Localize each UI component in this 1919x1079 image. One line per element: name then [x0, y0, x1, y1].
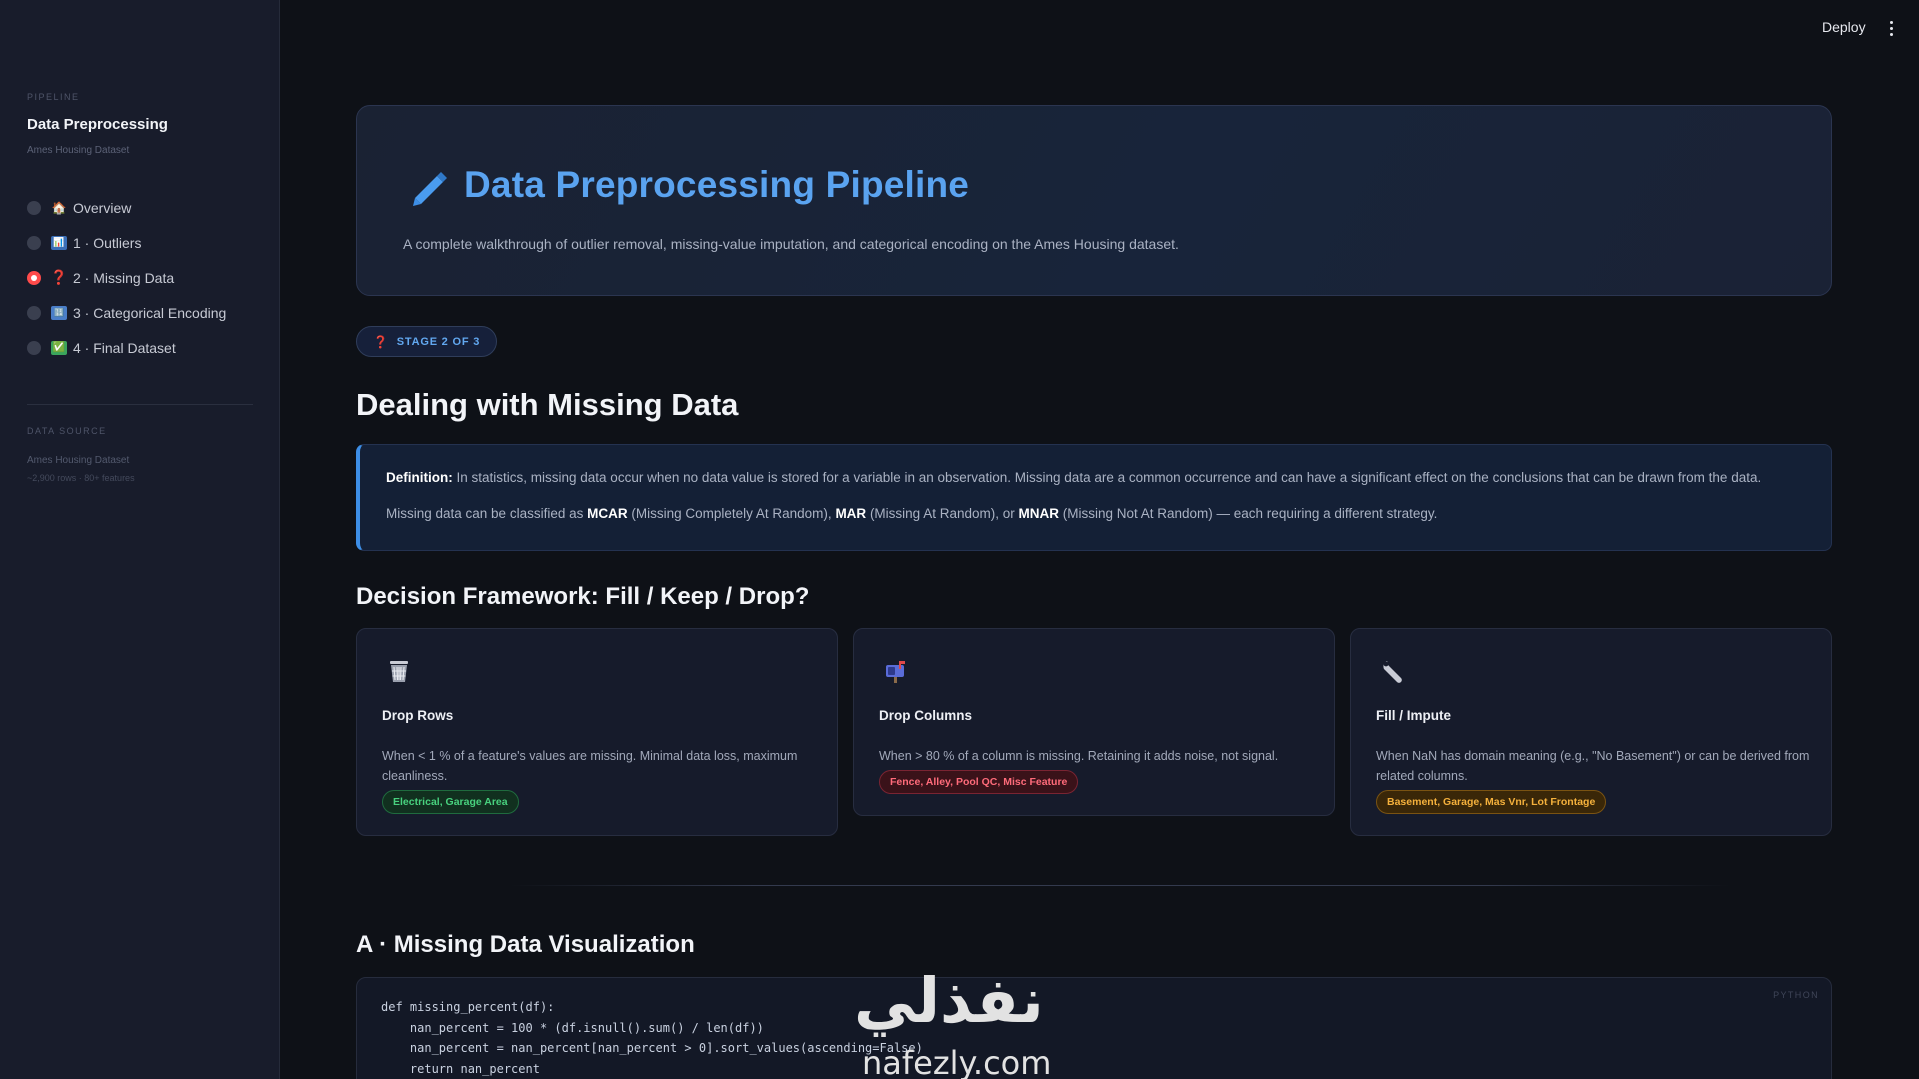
mnar-term: MNAR — [1018, 506, 1059, 521]
card-description: When > 80 % of a column is missing. Reta… — [879, 749, 1279, 763]
definition-callout: Definition: In statistics, missing data … — [356, 444, 1832, 551]
question-mark-icon: ❓ — [50, 269, 68, 285]
wrench-icon — [1383, 661, 1402, 683]
sidebar-item-label: 3 · Categorical Encoding — [73, 304, 227, 321]
data-source-name: Ames Housing Dataset — [27, 455, 130, 466]
sidebar-subtitle: Ames Housing Dataset — [27, 145, 130, 156]
card-description: When NaN has domain meaning (e.g., "No B… — [1376, 749, 1810, 783]
numbers-icon: 🔢 — [51, 305, 67, 320]
card-drop-rows: Drop Rows When < 1 % of a feature's valu… — [356, 628, 838, 836]
sidebar: PIPELINE Data Preprocessing Ames Housing… — [0, 0, 280, 1079]
section-title-decision-framework: Decision Framework: Fill / Keep / Drop? — [356, 583, 810, 610]
definition-text: Definition: In statistics, missing data … — [386, 470, 1762, 485]
card-tag: Fence, Alley, Pool QC, Misc Feature — [879, 770, 1079, 794]
data-source-kicker: DATA SOURCE — [27, 426, 107, 436]
card-drop-columns: Drop Columns When > 80 % of a column is … — [853, 628, 1335, 816]
radio-icon[interactable] — [27, 200, 41, 215]
data-source-meta: ~2,900 rows · 80+ features — [27, 473, 135, 483]
sidebar-item-label: Overview — [73, 199, 132, 216]
code-line: nan_percent = nan_percent[nan_percent > … — [381, 1041, 923, 1055]
house-icon: 🏠 — [51, 200, 67, 215]
sidebar-nav: 🏠 Overview 📊 1 · Outliers ❓ 2 · Missing … — [27, 190, 257, 365]
code-block[interactable]: PYTHON def missing_percent(df): nan_perc… — [356, 977, 1832, 1079]
deploy-button[interactable]: Deploy — [1822, 19, 1866, 35]
wastebasket-icon — [390, 661, 408, 682]
definition-label: Definition: — [386, 470, 453, 485]
card-description: When < 1 % of a feature's values are mis… — [382, 749, 798, 783]
mailbox-icon — [886, 661, 905, 683]
bar-chart-icon: 📊 — [51, 235, 67, 250]
page-title: Data Preprocessing Pipeline — [464, 164, 970, 205]
stage-badge-label: STAGE 2 OF 3 — [396, 335, 481, 348]
card-fill-impute: Fill / Impute When NaN has domain meanin… — [1350, 628, 1832, 836]
sidebar-item-missing-data[interactable]: ❓ 2 · Missing Data — [27, 260, 257, 295]
card-tag: Basement, Garage, Mas Vnr, Lot Frontage — [1376, 790, 1607, 814]
sidebar-item-label: 2 · Missing Data — [73, 269, 175, 286]
sidebar-kicker: PIPELINE — [27, 92, 80, 102]
code-line: def missing_percent(df): — [381, 1000, 555, 1014]
watermark-latin-text: nafezly.com — [862, 1044, 1052, 1079]
watermark-arabic-text: نفذلي — [854, 964, 1044, 1037]
app-root: PIPELINE Data Preprocessing Ames Housing… — [0, 0, 1919, 1079]
card-tag: Electrical, Garage Area — [382, 790, 519, 814]
radio-icon[interactable] — [27, 305, 41, 320]
card-title: Drop Rows — [382, 708, 454, 723]
mar-term: MAR — [835, 506, 867, 521]
card-title: Fill / Impute — [1376, 708, 1452, 723]
classification-text: Missing data can be classified as MCAR (… — [386, 506, 1438, 521]
more-options-icon[interactable] — [1883, 19, 1899, 37]
radio-icon[interactable] — [27, 340, 41, 355]
radio-icon[interactable] — [27, 235, 41, 250]
question-mark-icon: ❓ — [373, 334, 389, 349]
radio-selected-icon[interactable] — [27, 270, 41, 285]
sidebar-item-categorical-encoding[interactable]: 🔢 3 · Categorical Encoding — [27, 295, 257, 330]
sidebar-divider — [27, 404, 253, 405]
code-line: return nan_percent — [381, 1062, 540, 1076]
section-divider — [510, 885, 1730, 886]
pencil-icon — [413, 172, 447, 206]
watermark-logo: نفذلي nafezly.com — [852, 964, 1068, 1079]
section-title-visualization: A · Missing Data Visualization — [356, 931, 695, 958]
page-description: A complete walkthrough of outlier remova… — [403, 236, 1179, 252]
sidebar-item-final-dataset[interactable]: ✅ 4 · Final Dataset — [27, 330, 257, 365]
sidebar-item-label: 1 · Outliers — [73, 234, 142, 251]
check-mark-icon: ✅ — [51, 340, 67, 355]
sidebar-item-label: 4 · Final Dataset — [73, 339, 176, 356]
mcar-term: MCAR — [587, 506, 628, 521]
hero-banner: Data Preprocessing Pipeline A complete w… — [356, 105, 1832, 296]
sidebar-item-outliers[interactable]: 📊 1 · Outliers — [27, 225, 257, 260]
stage-badge: ❓ STAGE 2 OF 3 — [356, 326, 498, 357]
sidebar-title: Data Preprocessing — [27, 116, 168, 133]
code-language-label: PYTHON — [1773, 990, 1819, 1000]
code-line: nan_percent = 100 * (df.isnull().sum() /… — [381, 1021, 764, 1035]
sidebar-item-overview[interactable]: 🏠 Overview — [27, 190, 257, 225]
section-title-missing-data: Dealing with Missing Data — [356, 387, 739, 422]
card-title: Drop Columns — [879, 708, 972, 723]
